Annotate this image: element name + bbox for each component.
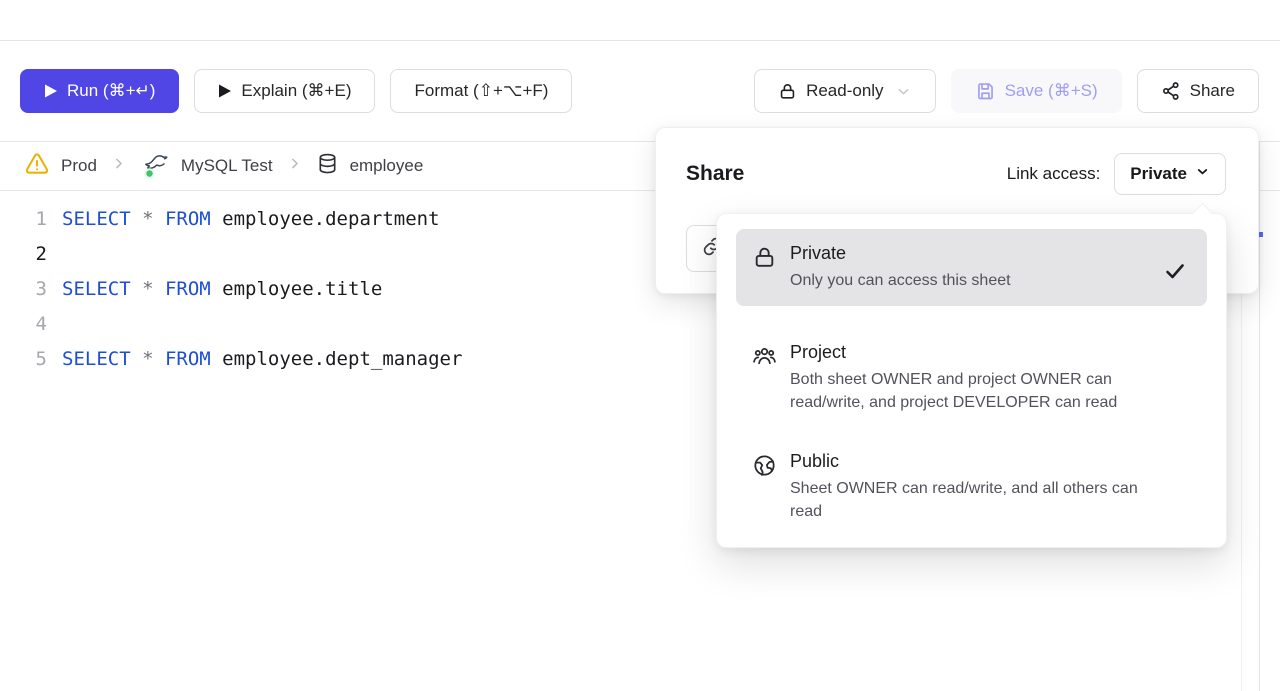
chevron-down-icon bbox=[1195, 164, 1210, 184]
toolbar-left-group: Run (⌘+↵) Explain (⌘+E) Format (⇧+⌥+F) bbox=[20, 69, 572, 113]
editor-toolbar: Run (⌘+↵) Explain (⌘+E) Format (⇧+⌥+F) R… bbox=[20, 69, 1259, 113]
check-icon bbox=[1163, 259, 1187, 288]
sql-keyword: SELECT bbox=[62, 348, 142, 370]
chevron-right-icon bbox=[287, 156, 302, 176]
chevron-right-icon bbox=[111, 156, 126, 176]
menu-item-project[interactable]: Project Both sheet OWNER and project OWN… bbox=[736, 342, 1207, 414]
breadcrumb-instance[interactable]: MySQL Test bbox=[140, 152, 273, 180]
menu-item-text: Private Only you can access this sheet bbox=[790, 243, 1150, 292]
sql-editor[interactable]: 1 SELECT * FROM employee.department 2 3 … bbox=[20, 201, 462, 376]
mysql-dolphin-icon bbox=[140, 152, 170, 180]
toolbar-right-group: Read-only Save (⌘+S) Share bbox=[754, 69, 1259, 113]
format-button[interactable]: Format (⇧+⌥+F) bbox=[390, 69, 572, 113]
code-line[interactable]: 3 SELECT * FROM employee.title bbox=[20, 271, 462, 306]
code-line[interactable]: 1 SELECT * FROM employee.department bbox=[20, 201, 462, 236]
lock-icon bbox=[778, 82, 797, 101]
share-button-label: Share bbox=[1190, 81, 1235, 101]
right-panel-divider bbox=[1259, 141, 1260, 691]
code-line[interactable]: 5 SELECT * FROM employee.dept_manager bbox=[20, 341, 462, 376]
run-button[interactable]: Run (⌘+↵) bbox=[20, 69, 179, 113]
environment-label: Prod bbox=[61, 156, 97, 176]
link-access-label: Link access: bbox=[1007, 164, 1101, 184]
menu-item-description: Only you can access this sheet bbox=[790, 269, 1150, 292]
play-icon bbox=[218, 83, 232, 99]
menu-item-title: Private bbox=[790, 243, 1150, 264]
user-group-icon bbox=[752, 344, 777, 369]
menu-item-public[interactable]: Public Sheet OWNER can read/write, and a… bbox=[736, 451, 1207, 523]
menu-item-private[interactable]: Private Only you can access this sheet bbox=[736, 229, 1207, 306]
database-label: employee bbox=[350, 156, 424, 176]
instance-label: MySQL Test bbox=[181, 156, 273, 176]
line-number: 5 bbox=[20, 348, 62, 370]
link-access-menu: Private Only you can access this sheet P… bbox=[716, 213, 1227, 548]
sql-keyword: FROM bbox=[165, 208, 222, 230]
code-line[interactable]: 2 bbox=[20, 236, 462, 271]
explain-button-label: Explain (⌘+E) bbox=[241, 81, 351, 101]
link-access-value: Private bbox=[1130, 164, 1187, 184]
menu-item-description: Both sheet OWNER and project OWNER can r… bbox=[790, 368, 1158, 414]
sql-keyword: SELECT bbox=[62, 278, 142, 300]
link-access-dropdown[interactable]: Private bbox=[1114, 153, 1226, 195]
menu-item-title: Public bbox=[790, 451, 1191, 472]
sql-keyword: FROM bbox=[165, 348, 222, 370]
menu-item-title: Project bbox=[790, 342, 1191, 363]
line-number: 4 bbox=[20, 313, 62, 335]
explain-button[interactable]: Explain (⌘+E) bbox=[194, 69, 375, 113]
readonly-mode-dropdown[interactable]: Read-only bbox=[754, 69, 936, 113]
share-popover-title: Share bbox=[686, 162, 744, 186]
sql-identifier: employee.department bbox=[222, 208, 439, 230]
warning-triangle-icon bbox=[24, 151, 50, 182]
line-number-active: 2 bbox=[20, 243, 62, 265]
breadcrumb-environment[interactable]: Prod bbox=[24, 151, 97, 182]
play-icon bbox=[44, 83, 58, 99]
share-network-icon bbox=[1161, 81, 1181, 101]
readonly-label: Read-only bbox=[806, 81, 884, 101]
sql-identifier: employee.dept_manager bbox=[222, 348, 462, 370]
menu-item-text: Public Sheet OWNER can read/write, and a… bbox=[790, 451, 1191, 523]
line-number: 1 bbox=[20, 208, 62, 230]
floppy-save-icon bbox=[975, 81, 996, 102]
sql-operator: * bbox=[142, 278, 165, 300]
sql-keyword: FROM bbox=[165, 278, 222, 300]
save-button[interactable]: Save (⌘+S) bbox=[951, 69, 1122, 113]
chevron-down-icon bbox=[895, 83, 912, 100]
line-number: 3 bbox=[20, 278, 62, 300]
code-line[interactable]: 4 bbox=[20, 306, 462, 341]
breadcrumb-database[interactable]: employee bbox=[316, 152, 424, 180]
share-popover-header: Share Link access: Private bbox=[656, 128, 1258, 195]
format-button-label: Format (⇧+⌥+F) bbox=[414, 81, 548, 101]
sql-operator: * bbox=[142, 348, 165, 370]
globe-icon bbox=[752, 453, 777, 478]
menu-item-description: Sheet OWNER can read/write, and all othe… bbox=[790, 477, 1158, 523]
save-button-label: Save (⌘+S) bbox=[1005, 81, 1098, 101]
share-button[interactable]: Share bbox=[1137, 69, 1259, 113]
top-divider bbox=[0, 40, 1280, 41]
sql-keyword: SELECT bbox=[62, 208, 142, 230]
lock-icon bbox=[752, 245, 777, 270]
menu-item-text: Project Both sheet OWNER and project OWN… bbox=[790, 342, 1191, 414]
sql-operator: * bbox=[142, 208, 165, 230]
sql-identifier: employee.title bbox=[222, 278, 382, 300]
run-button-label: Run (⌘+↵) bbox=[67, 81, 155, 101]
link-access-group: Link access: Private bbox=[1007, 153, 1226, 195]
database-icon bbox=[316, 152, 339, 180]
